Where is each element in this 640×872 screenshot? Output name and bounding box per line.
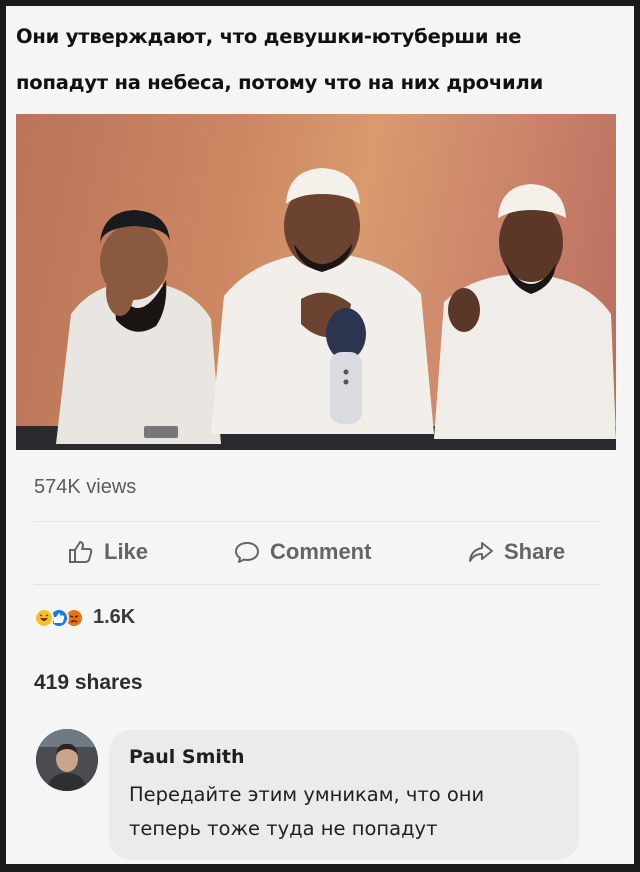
shares-count[interactable]: 419 shares	[34, 671, 143, 695]
comment-text-line-2: теперь тоже туда не попадут	[129, 817, 438, 840]
post-screenshot: Они утверждают, что девушки-ютуберши не …	[6, 6, 634, 864]
comment-text-line-1: Передайте этим умникам, что они	[129, 783, 485, 806]
divider	[34, 521, 600, 522]
thumbs-up-icon	[69, 541, 93, 563]
avatar-image	[36, 729, 98, 791]
comment-bubble: Paul Smith Передайте этим умникам, что о…	[109, 730, 579, 860]
meme-caption: Они утверждают, что девушки-ютуберши не …	[6, 14, 634, 106]
reactions-count: 1.6K	[93, 606, 136, 628]
share-button[interactable]: Share	[468, 539, 565, 565]
comment-label: Comment	[270, 539, 372, 564]
share-label: Share	[504, 539, 566, 564]
like-label: Like	[104, 539, 149, 564]
share-arrow-icon	[469, 542, 493, 562]
avatar[interactable]	[36, 729, 98, 791]
caption-line-1: Они утверждают, что девушки-ютуберши не	[16, 25, 522, 48]
comment-icon	[235, 542, 259, 563]
views-count: 574K views	[34, 476, 137, 498]
reactions-summary[interactable]: 1.6K	[34, 606, 135, 629]
like-button[interactable]: Like	[68, 539, 148, 565]
video-thumbnail-image	[16, 168, 616, 450]
caption-line-2: попадут на небеса, потому что на них дро…	[16, 71, 544, 94]
post-actions-bar: Like Comment Share	[6, 539, 634, 573]
comment-text: Передайте этим умникам, что они теперь т…	[129, 778, 569, 846]
video-thumbnail[interactable]	[16, 114, 616, 450]
comment-button[interactable]: Comment	[234, 539, 371, 565]
comment-author[interactable]: Paul Smith	[129, 746, 245, 768]
haha-icon	[34, 607, 54, 628]
divider	[34, 584, 600, 585]
